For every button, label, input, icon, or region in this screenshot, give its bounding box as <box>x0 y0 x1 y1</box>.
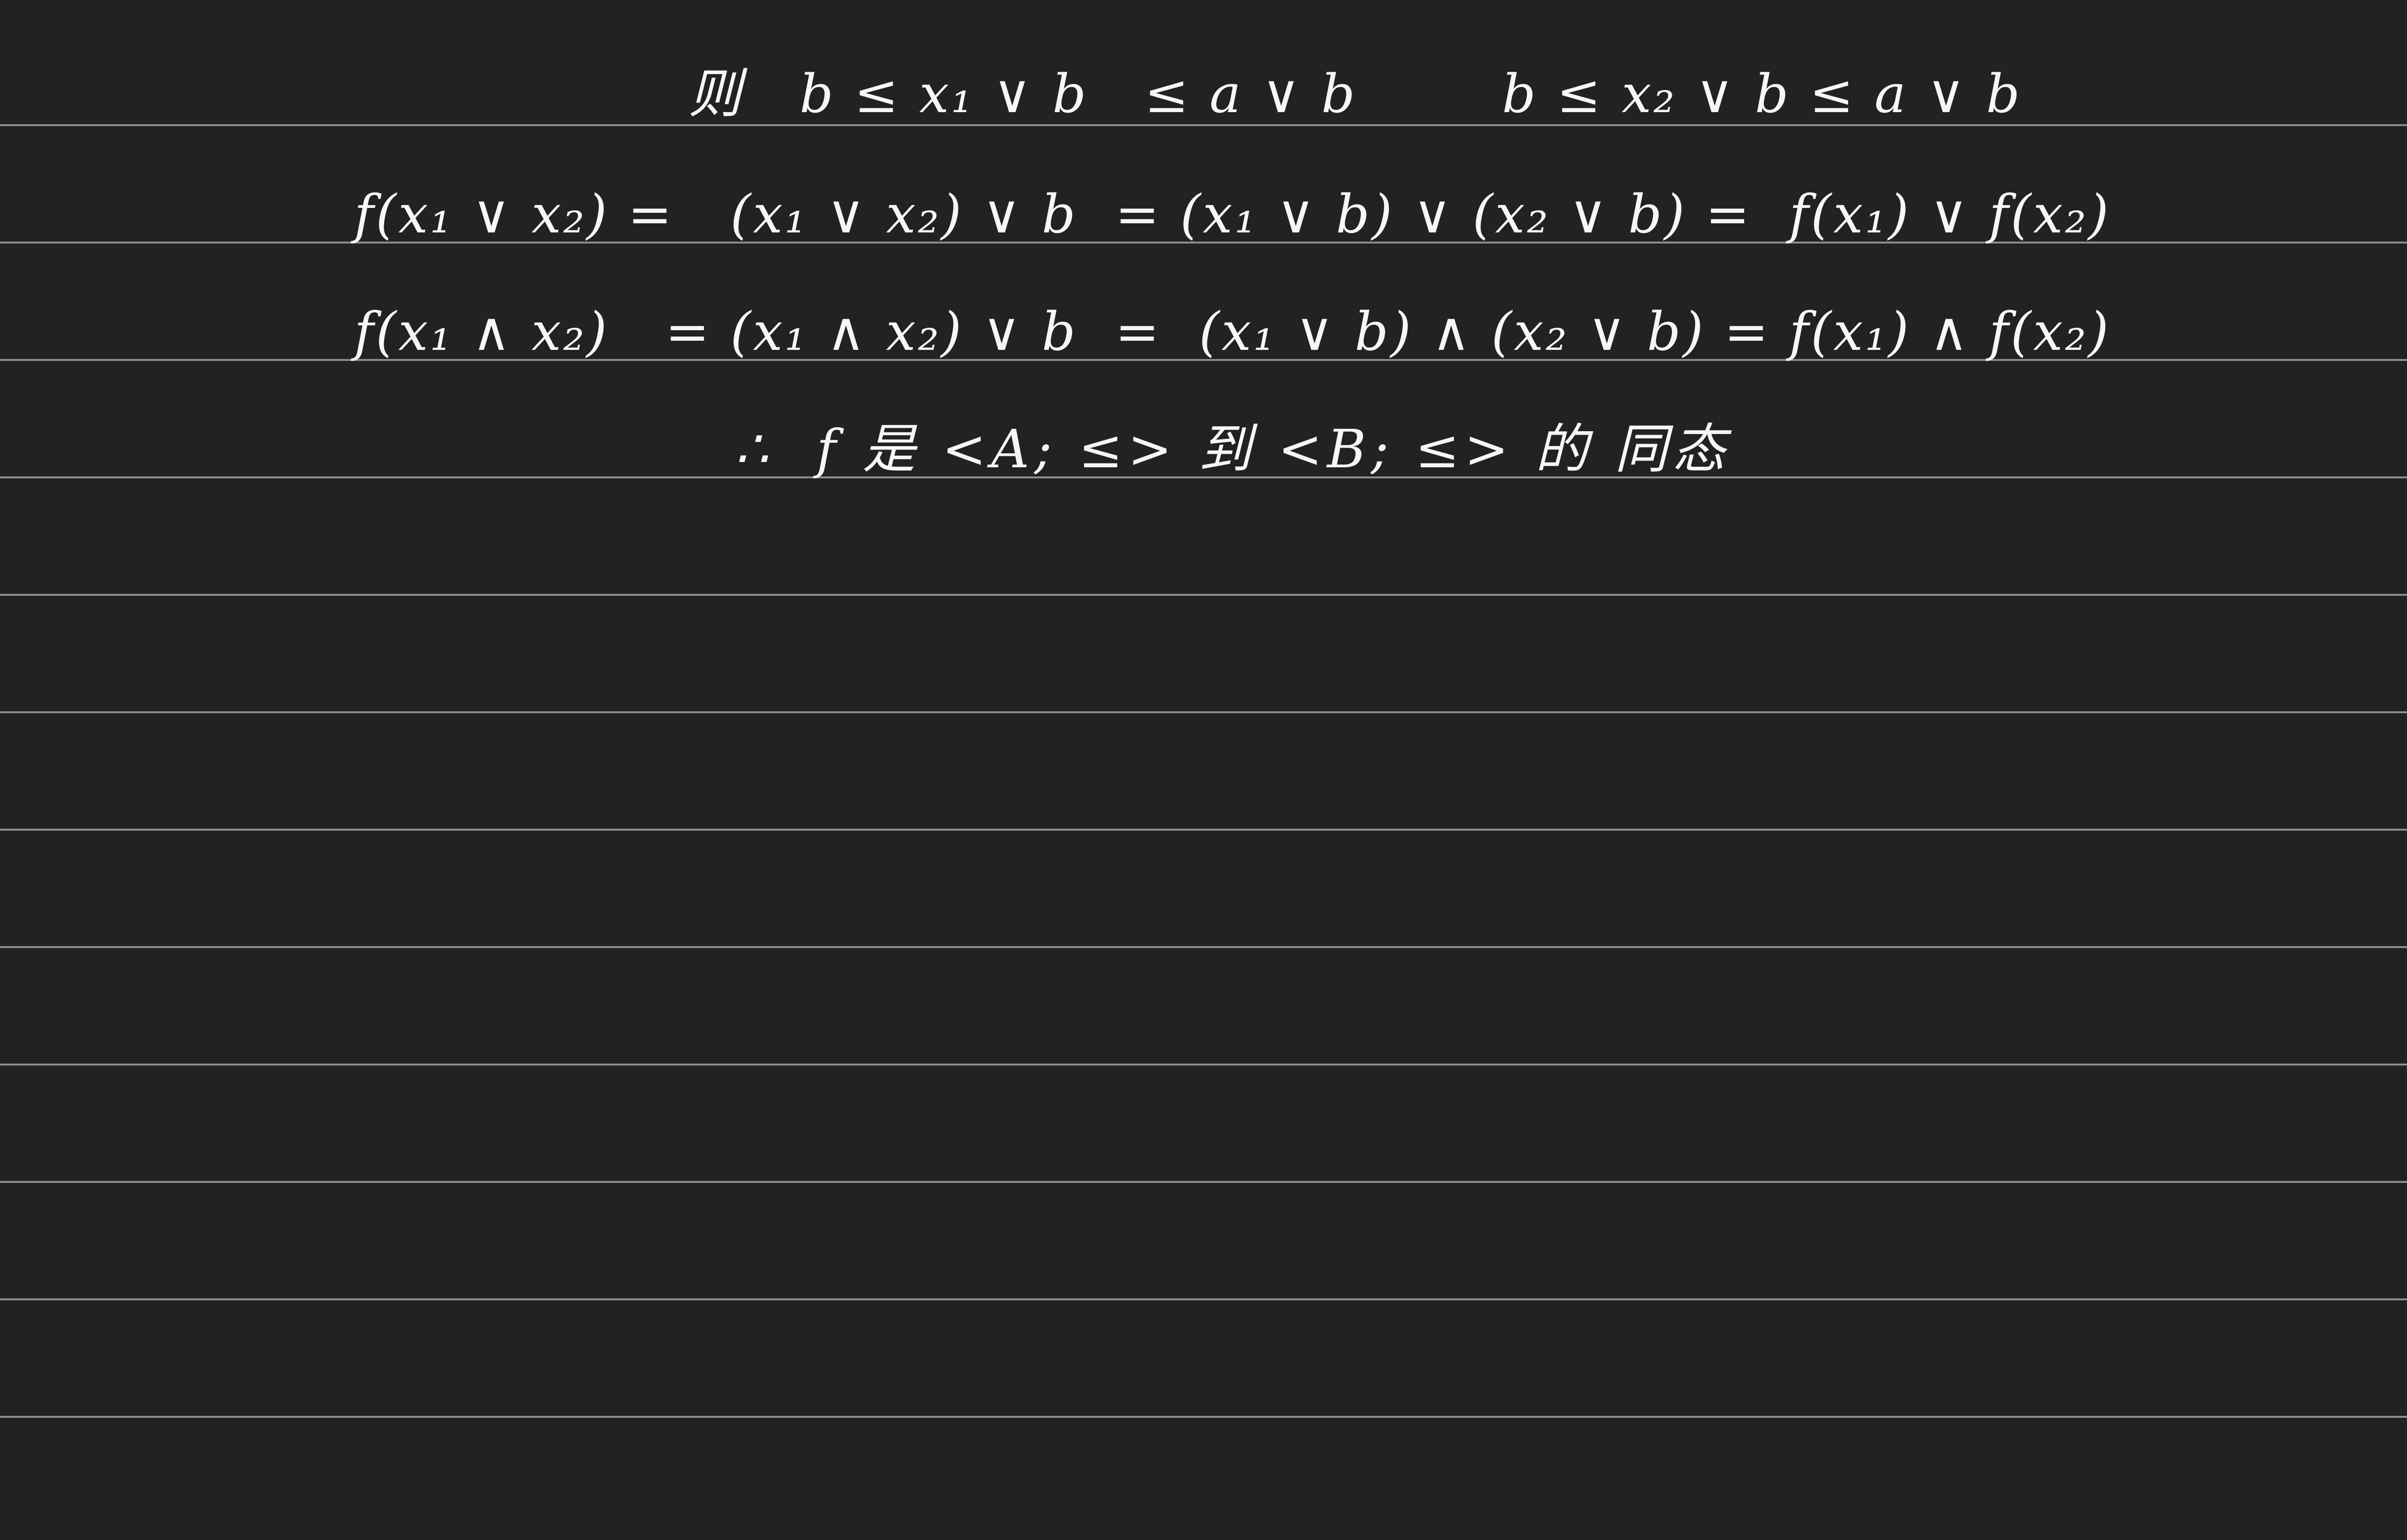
handwritten-line-1-left: 则 b ≤ x₁ ∨ b ≤ a ∨ b <box>688 63 1357 125</box>
ruled-line <box>0 1181 2407 1183</box>
ruled-line <box>0 829 2407 831</box>
ruled-line <box>0 594 2407 596</box>
ruled-line <box>0 946 2407 948</box>
handwritten-line-1-right: b ≤ x₂ ∨ b ≤ a ∨ b <box>1502 63 2022 125</box>
handwritten-line-2: f(x₁ ∨ x₂) = (x₁ ∨ x₂) ∨ b = (x₁ ∨ b) ∨ … <box>354 183 2111 245</box>
ruled-line <box>0 1298 2407 1300</box>
ruled-line <box>0 711 2407 713</box>
notebook-page: 则 b ≤ x₁ ∨ b ≤ a ∨ b b ≤ x₂ ∨ b ≤ a ∨ b … <box>0 0 2407 1540</box>
handwritten-line-3: f(x₁ ∧ x₂) = (x₁ ∧ x₂) ∨ b = (x₁ ∨ b) ∧ … <box>354 301 2111 362</box>
handwritten-line-1: 则 b ≤ x₁ ∨ b ≤ a ∨ b b ≤ x₂ ∨ b ≤ a ∨ b <box>0 58 2407 130</box>
handwritten-line-4: ∴ f 是 <A; ≤> 到 <B; ≤> 的 同态 <box>735 418 1730 480</box>
ruled-line <box>0 1416 2407 1418</box>
ruled-line <box>0 1064 2407 1065</box>
